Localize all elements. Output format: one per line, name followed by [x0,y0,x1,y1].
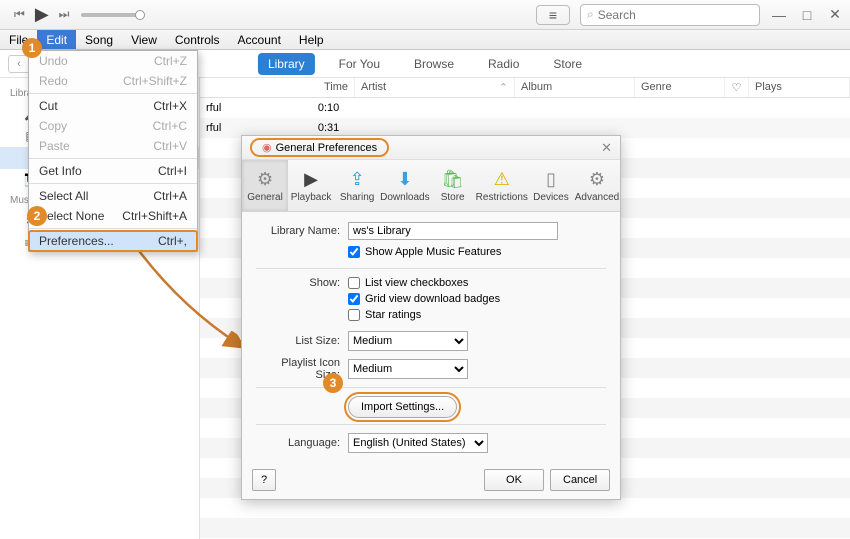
menu-paste[interactable]: PasteCtrl+V [29,136,197,156]
gear-icon: ⚙ [589,169,605,190]
dialog-toolbar: ⚙General ▶Playback ⇪Sharing ⬇Downloads 🛍… [242,160,620,212]
bag-icon: 🛍 [441,169,464,190]
help-button[interactable]: ? [252,469,276,491]
show-apple-music-checkbox[interactable]: Show Apple Music Features [348,246,501,258]
play-circle-icon: ▶ [304,169,318,190]
callout-badge-3: 3 [323,373,343,393]
menu-cut[interactable]: CutCtrl+X [29,96,197,116]
edit-dropdown: UndoCtrl+Z RedoCtrl+Shift+Z CutCtrl+X Co… [28,50,198,252]
menu-selectnone[interactable]: Select NoneCtrl+Shift+A [29,206,197,226]
library-name-label: Library Name: [256,225,348,237]
sharing-icon: ⇪ [350,169,365,190]
menu-getinfo[interactable]: Get InfoCtrl+I [29,161,197,181]
menu-copy[interactable]: CopyCtrl+C [29,116,197,136]
language-select[interactable]: English (United States) [348,433,488,453]
callout-badge-1: 1 [22,38,42,58]
playlist-size-select[interactable]: Medium [348,359,468,379]
menu-redo[interactable]: RedoCtrl+Shift+Z [29,71,197,91]
listview-checkbox[interactable]: List view checkboxes [348,277,500,289]
tab-downloads[interactable]: ⬇Downloads [380,160,429,211]
tab-restrictions[interactable]: ⚠Restrictions [476,160,528,211]
cancel-button[interactable]: Cancel [550,469,610,491]
tab-playback[interactable]: ▶Playback [288,160,334,211]
menu-preferences[interactable]: Preferences...Ctrl+, [29,231,197,251]
tab-general[interactable]: ⚙General [242,160,288,211]
prefs-icon: ◉ [262,141,272,154]
language-label: Language: [256,437,348,449]
preferences-dialog: ◉ General Preferences ✕ ⚙General ▶Playbac… [241,135,621,500]
ok-button[interactable]: OK [484,469,544,491]
menu-undo[interactable]: UndoCtrl+Z [29,51,197,71]
show-label: Show: [256,277,348,289]
tab-devices[interactable]: ▯Devices [528,160,574,211]
download-icon: ⬇ [397,169,412,190]
dialog-titlebar: ◉ General Preferences ✕ [242,136,620,160]
tab-sharing[interactable]: ⇪Sharing [334,160,380,211]
callout-badge-2: 2 [27,206,47,226]
tab-advanced[interactable]: ⚙Advanced [574,160,620,211]
switches-icon: ⚙ [257,169,273,190]
list-size-select[interactable]: Medium [348,331,468,351]
import-settings-button[interactable]: Import Settings... [348,396,457,418]
tab-store[interactable]: 🛍Store [430,160,476,211]
menu-selectall[interactable]: Select AllCtrl+A [29,186,197,206]
dialog-title: General Preferences [276,142,378,154]
list-size-label: List Size: [256,335,348,347]
starratings-checkbox[interactable]: Star ratings [348,309,500,321]
gridbadges-checkbox[interactable]: Grid view download badges [348,293,500,305]
dialog-close-button[interactable]: ✕ [601,140,612,156]
person-warn-icon: ⚠ [494,169,510,190]
device-icon: ▯ [546,169,556,190]
library-name-input[interactable] [348,222,558,240]
